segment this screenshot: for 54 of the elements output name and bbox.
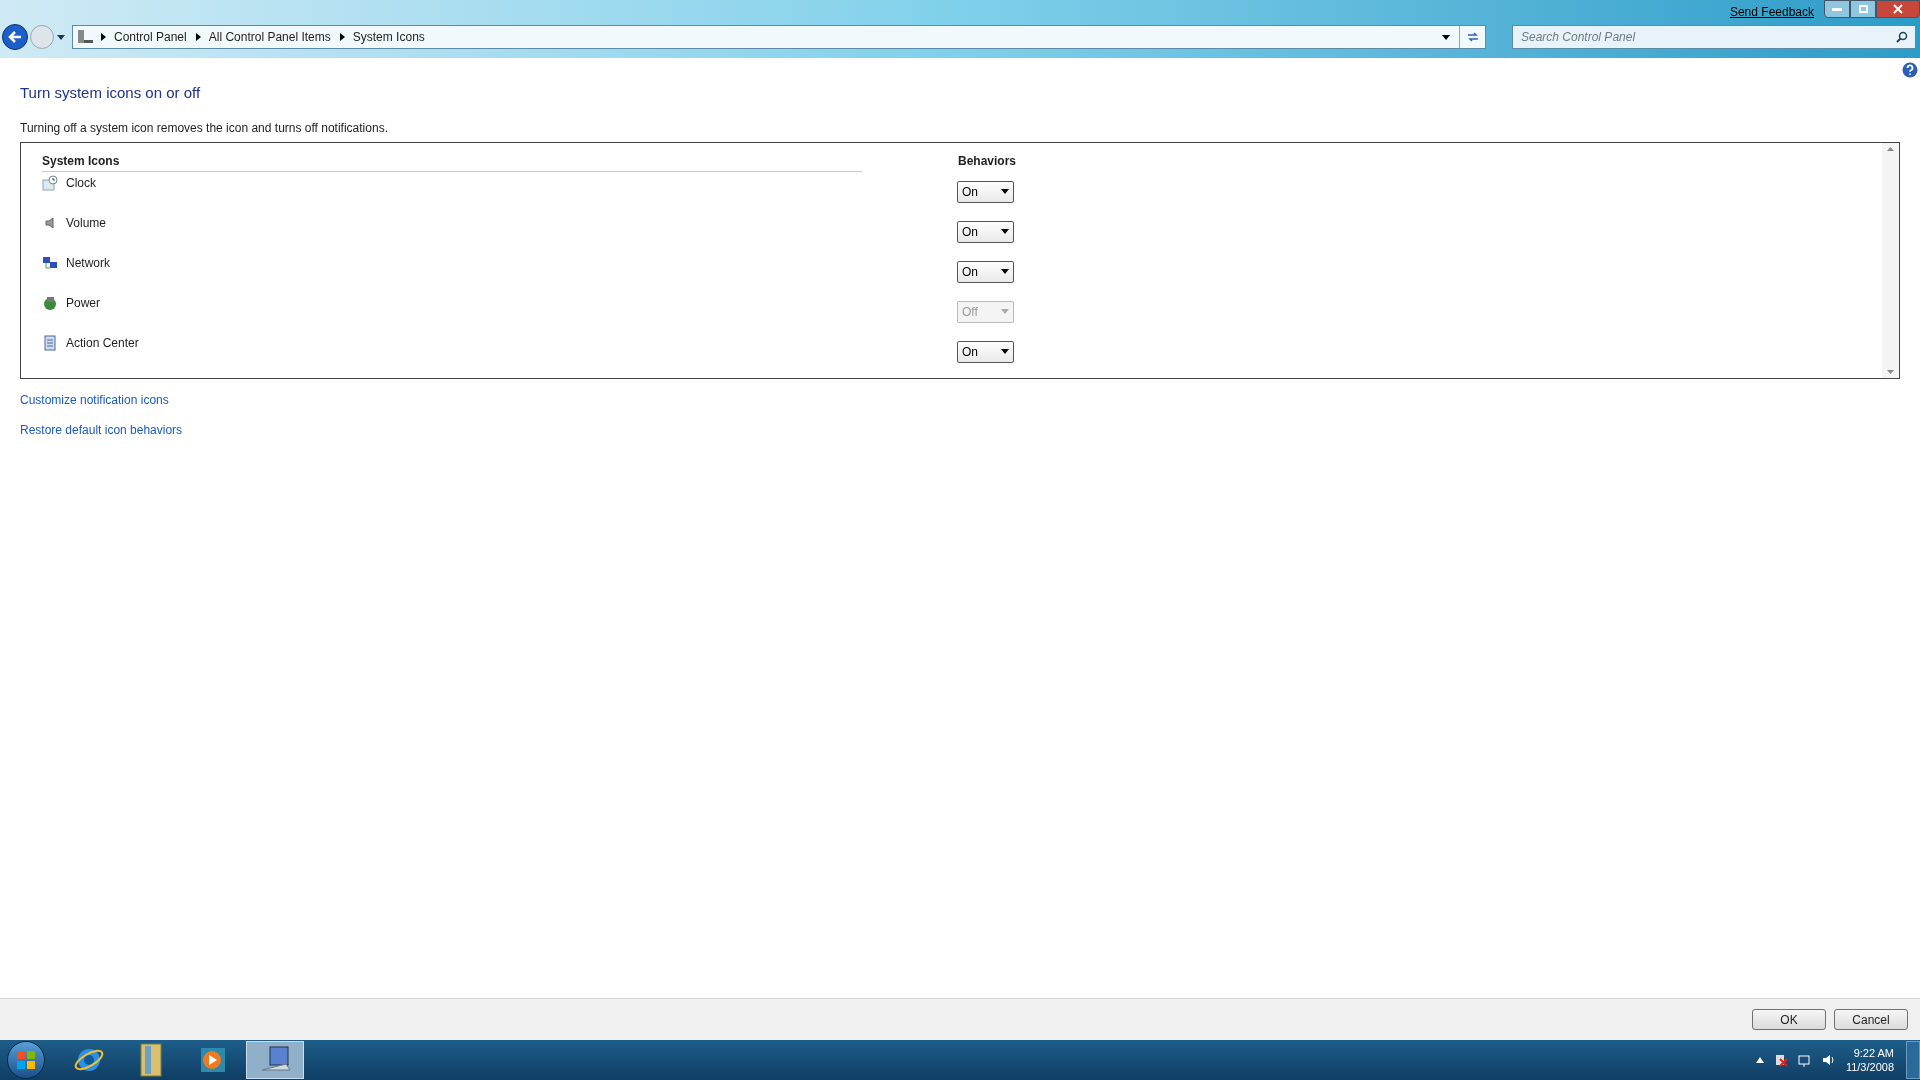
caret-icon: [1001, 309, 1009, 314]
description-text: Turning off a system icon removes the icon and turns off notifications.: [20, 119, 389, 137]
taskbar-button[interactable]: [246, 1041, 304, 1079]
restore-button[interactable]: [1850, 0, 1876, 18]
down-arrow-icon[interactable]: [1887, 369, 1894, 374]
icon-name-label: Action Center: [66, 334, 139, 352]
caret-icon: [1001, 229, 1009, 234]
breadcrumb-item[interactable]: Control Panel: [112, 28, 189, 46]
calendar-clock-icon: [42, 174, 58, 191]
close-button[interactable]: [1876, 0, 1920, 18]
column-header: Behaviors: [958, 152, 1017, 170]
folder-icon: [137, 1042, 165, 1078]
link[interactable]: Restore default icon behaviors: [20, 420, 183, 439]
page-heading: Turn system icons on or off: [20, 83, 202, 103]
network-icon: [42, 254, 58, 271]
address-field[interactable]: Control Panel All Control Panel Items System Icons: [72, 25, 1486, 49]
windows-logo-icon: [16, 1050, 36, 1070]
speaker-icon[interactable]: [1821, 1053, 1836, 1067]
column-header: System Icons: [42, 153, 120, 168]
icon-name-label: Power: [66, 294, 100, 312]
dialog-button[interactable]: Cancel: [1834, 1009, 1908, 1030]
caret-icon: [1001, 349, 1009, 354]
behavior-dropdown: Off: [957, 300, 1014, 323]
behavior-dropdown[interactable]: On: [957, 260, 1014, 283]
dropdown-caret-icon[interactable]: [56, 33, 66, 41]
caret-icon: [1001, 189, 1009, 194]
minimize-button[interactable]: [1824, 0, 1850, 18]
caret-icon: [1001, 269, 1009, 274]
dialog-button[interactable]: OK: [1752, 1009, 1826, 1030]
network-icon[interactable]: [1797, 1053, 1812, 1067]
up-arrow-icon[interactable]: [1755, 1057, 1764, 1063]
start-button[interactable]: [7, 1041, 45, 1079]
behavior-dropdown[interactable]: On: [957, 340, 1014, 363]
search-field[interactable]: Search Control Panel: [1512, 25, 1916, 49]
icon-name-label: Network: [66, 254, 110, 272]
close-icon: [1893, 4, 1903, 14]
icon-name-label: Clock: [66, 174, 96, 192]
breadcrumb-item[interactable]: System Icons: [350, 28, 427, 46]
clock-time[interactable]: 9:22 AM: [1853, 1046, 1894, 1060]
send-feedback-link[interactable]: Send Feedback: [1729, 3, 1814, 21]
icon-name-label: Volume: [66, 214, 107, 232]
behavior-dropdown[interactable]: On: [957, 180, 1014, 203]
scrollbar[interactable]: [1882, 142, 1899, 378]
refresh-arrows-icon: [1465, 31, 1480, 43]
help-icon[interactable]: [1902, 62, 1918, 78]
breadcrumb-item[interactable]: All Control Panel Items: [206, 28, 333, 46]
left-arrow-icon: [8, 31, 22, 43]
clock-date[interactable]: 11/3/2008: [1845, 1060, 1894, 1074]
back-button[interactable]: [2, 24, 28, 50]
dropdown-caret-icon[interactable]: [1441, 33, 1451, 41]
flag-x-icon[interactable]: [1773, 1053, 1788, 1067]
search-icon: [1896, 31, 1908, 43]
link[interactable]: Customize notification icons: [20, 390, 169, 409]
behavior-dropdown[interactable]: On: [957, 220, 1014, 243]
